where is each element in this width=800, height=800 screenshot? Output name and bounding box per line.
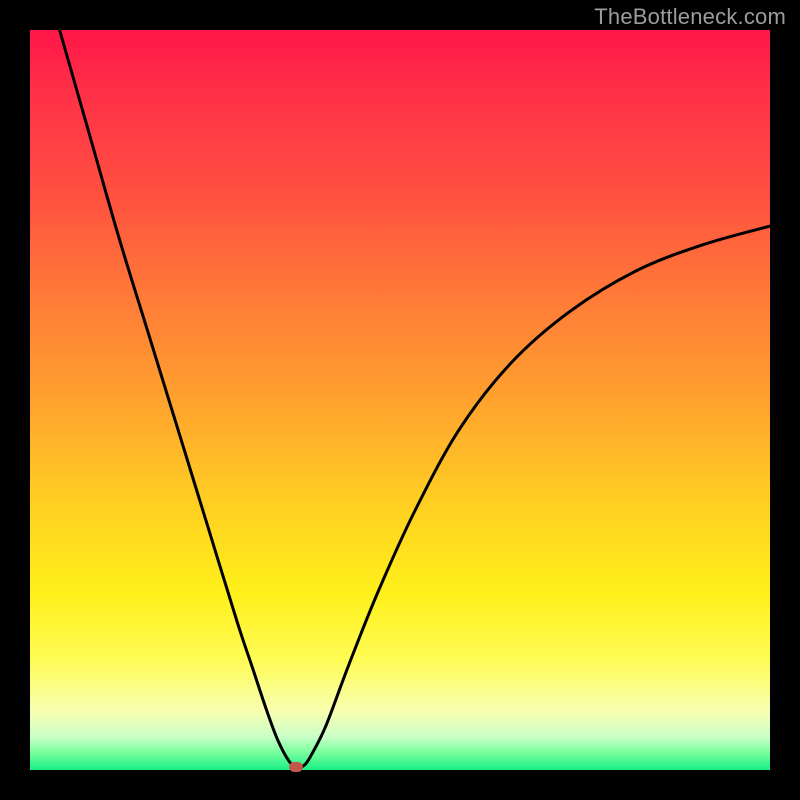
plot-area: [30, 30, 770, 770]
chart-frame: TheBottleneck.com: [0, 0, 800, 800]
optimal-marker: [289, 762, 303, 772]
bottleneck-curve: [30, 30, 770, 770]
watermark-text: TheBottleneck.com: [594, 4, 786, 30]
